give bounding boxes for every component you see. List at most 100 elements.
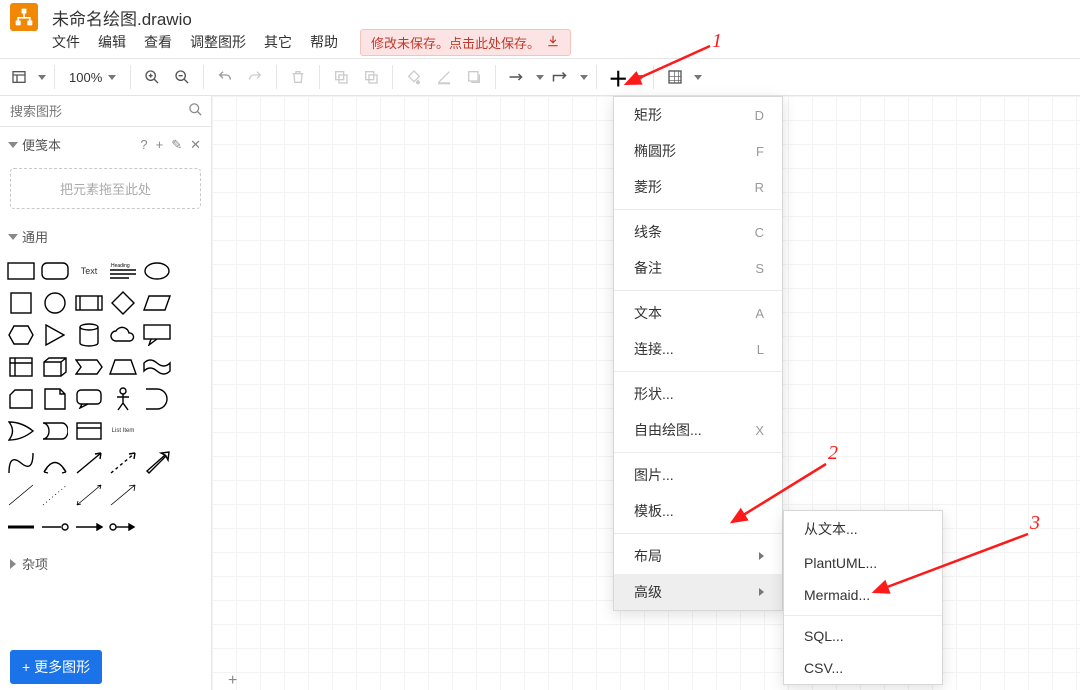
shape-textbox[interactable]: Heading xyxy=(108,258,138,284)
shape-blank3[interactable] xyxy=(176,322,206,348)
shape-blank11[interactable] xyxy=(142,514,172,540)
scratchpad-header[interactable]: 便笺本 ? + ✎ ✕ xyxy=(0,127,211,162)
shape-hexagon[interactable] xyxy=(6,322,36,348)
menu-edit[interactable]: 编辑 xyxy=(98,32,126,52)
shape-diamond[interactable] xyxy=(108,290,138,316)
shape-ellipse[interactable] xyxy=(142,258,172,284)
shape-actor[interactable] xyxy=(108,386,138,412)
page-tabs[interactable]: + xyxy=(220,666,245,690)
shape-blank12[interactable] xyxy=(176,514,206,540)
zoom-in-icon[interactable] xyxy=(139,64,165,90)
shape-blank10[interactable] xyxy=(176,482,206,508)
insert-menu-item[interactable]: 模板... xyxy=(614,493,782,529)
connection-icon[interactable] xyxy=(504,64,530,90)
shape-and[interactable] xyxy=(142,386,172,412)
shape-callout2[interactable] xyxy=(74,386,104,412)
app-logo[interactable] xyxy=(10,3,38,31)
zoom-out-icon[interactable] xyxy=(169,64,195,90)
menu-arrange[interactable]: 调整图形 xyxy=(190,32,246,52)
shape-line2[interactable] xyxy=(108,482,138,508)
shape-blank6[interactable] xyxy=(142,418,172,444)
menu-view[interactable]: 查看 xyxy=(144,32,172,52)
shape-step[interactable] xyxy=(74,354,104,380)
redo-icon[interactable] xyxy=(242,64,268,90)
to-back-icon[interactable] xyxy=(358,64,384,90)
waypoint-icon[interactable] xyxy=(548,64,574,90)
shape-cube[interactable] xyxy=(40,354,70,380)
insert-menu-item[interactable]: 自由绘图...X xyxy=(614,412,782,448)
insert-menu-item[interactable]: 菱形R xyxy=(614,169,782,205)
shape-text[interactable]: Text xyxy=(74,258,104,284)
view-dropdown[interactable] xyxy=(6,64,32,90)
shape-link2[interactable] xyxy=(40,514,70,540)
advanced-menu-item[interactable]: SQL... xyxy=(784,620,942,652)
shape-blank8[interactable] xyxy=(176,450,206,476)
shape-rect[interactable] xyxy=(6,258,36,284)
insert-dropdown[interactable]: ＋ xyxy=(605,64,631,90)
shape-container[interactable] xyxy=(74,418,104,444)
insert-menu-item[interactable]: 布局 xyxy=(614,538,782,574)
shape-blank2[interactable] xyxy=(176,290,206,316)
shape-datastore[interactable] xyxy=(40,418,70,444)
insert-menu-item[interactable]: 连接...L xyxy=(614,331,782,367)
fill-color-icon[interactable] xyxy=(401,64,427,90)
shape-blank9[interactable] xyxy=(142,482,172,508)
shape-blank7[interactable] xyxy=(176,418,206,444)
save-warning[interactable]: 修改未保存。点击此处保存。 xyxy=(360,29,571,56)
zoom-dropdown[interactable]: 100% xyxy=(63,70,122,85)
document-title[interactable]: 未命名绘图.drawio xyxy=(52,5,192,30)
menu-file[interactable]: 文件 xyxy=(52,32,80,52)
shape-blank[interactable] xyxy=(176,258,206,284)
general-header[interactable]: 通用 xyxy=(0,219,211,254)
insert-menu-item[interactable]: 线条C xyxy=(614,214,782,250)
add-page-icon[interactable]: + xyxy=(220,672,245,690)
shape-link4[interactable] xyxy=(108,514,138,540)
advanced-menu-item[interactable]: CSV... xyxy=(784,652,942,684)
shape-curve[interactable] xyxy=(6,450,36,476)
insert-menu-item[interactable]: 矩形D xyxy=(614,97,782,133)
shape-bidir[interactable] xyxy=(74,482,104,508)
shape-or[interactable] xyxy=(6,418,36,444)
shape-blank5[interactable] xyxy=(176,386,206,412)
shape-rounded[interactable] xyxy=(40,258,70,284)
shape-blank4[interactable] xyxy=(176,354,206,380)
undo-icon[interactable] xyxy=(212,64,238,90)
plus-icon[interactable]: + xyxy=(156,137,164,153)
shape-cylinder[interactable] xyxy=(74,322,104,348)
shape-tape[interactable] xyxy=(142,354,172,380)
shape-dotted[interactable] xyxy=(40,482,70,508)
search-icon[interactable] xyxy=(188,102,203,120)
shape-dashed-arrow[interactable] xyxy=(108,450,138,476)
shape-link[interactable] xyxy=(6,514,36,540)
help-icon[interactable]: ? xyxy=(140,137,147,153)
advanced-menu-item[interactable]: PlantUML... xyxy=(784,547,942,579)
more-shapes-button[interactable]: + 更多图形 xyxy=(10,650,102,684)
delete-icon[interactable] xyxy=(285,64,311,90)
shape-internal[interactable] xyxy=(6,354,36,380)
insert-menu-item[interactable]: 文本A xyxy=(614,295,782,331)
shape-parallelogram[interactable] xyxy=(142,290,172,316)
pencil-icon[interactable]: ✎ xyxy=(171,137,182,153)
insert-menu-item[interactable]: 形状... xyxy=(614,376,782,412)
scratchpad-dropzone[interactable]: 把元素拖至此处 xyxy=(10,168,201,209)
shape-square[interactable] xyxy=(6,290,36,316)
shape-bidir-curve[interactable] xyxy=(40,450,70,476)
shape-thick-arrow[interactable] xyxy=(142,450,172,476)
shape-list[interactable]: List Item xyxy=(108,418,138,444)
close-icon[interactable]: ✕ xyxy=(190,137,201,153)
table-icon[interactable] xyxy=(662,64,688,90)
to-front-icon[interactable] xyxy=(328,64,354,90)
menu-extras[interactable]: 其它 xyxy=(264,32,292,52)
line-color-icon[interactable] xyxy=(431,64,457,90)
menu-help[interactable]: 帮助 xyxy=(310,32,338,52)
shape-line[interactable] xyxy=(6,482,36,508)
search-input[interactable] xyxy=(8,103,188,120)
shape-triangle[interactable] xyxy=(40,322,70,348)
insert-menu-item[interactable]: 备注S xyxy=(614,250,782,286)
shape-note[interactable] xyxy=(40,386,70,412)
shape-callout[interactable] xyxy=(142,322,172,348)
shadow-icon[interactable] xyxy=(461,64,487,90)
shape-arrow[interactable] xyxy=(74,450,104,476)
advanced-menu-item[interactable]: 从文本... xyxy=(784,511,942,547)
insert-menu-item[interactable]: 图片... xyxy=(614,457,782,493)
